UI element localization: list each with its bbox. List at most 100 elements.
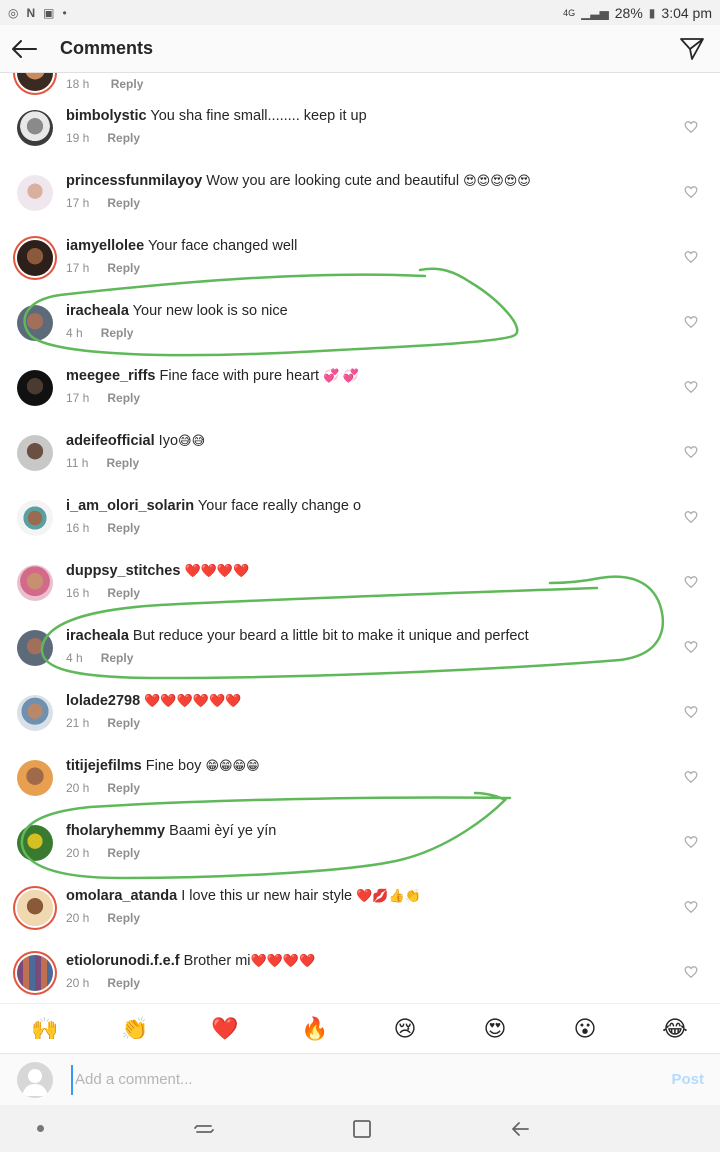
avatar[interactable]	[17, 73, 53, 91]
surprised-emoji-button[interactable]: 😮	[540, 1016, 630, 1042]
home-icon[interactable]	[350, 1117, 374, 1141]
clock: 3:04 pm	[661, 4, 712, 21]
fire-emoji-button[interactable]: 🔥	[270, 1016, 360, 1042]
back-button[interactable]	[0, 25, 48, 73]
heart-icon[interactable]	[684, 575, 698, 589]
reply-button[interactable]: Reply	[107, 131, 140, 145]
comment-username[interactable]: bimbolystic	[66, 108, 147, 124]
comment-username[interactable]: etiolorunodi.f.e.f	[66, 953, 180, 969]
heart-icon[interactable]	[684, 835, 698, 849]
heart-icon[interactable]	[684, 965, 698, 979]
reply-button[interactable]: Reply	[107, 586, 140, 600]
avatar[interactable]	[17, 240, 53, 276]
comment-username[interactable]: omolara_atanda	[66, 888, 177, 904]
heart-icon[interactable]	[684, 380, 698, 394]
comment-time: 16 h	[66, 586, 90, 600]
heart-icon[interactable]	[684, 120, 698, 134]
comment-meta: 11 h Reply	[66, 456, 139, 470]
post-button[interactable]: Post	[671, 1071, 704, 1088]
avatar[interactable]	[17, 630, 53, 666]
avatar[interactable]	[17, 760, 53, 796]
avatar[interactable]	[17, 565, 53, 601]
comment-username[interactable]: iamyellolee	[66, 238, 144, 254]
heart-emoji-button[interactable]: ❤️	[180, 1016, 270, 1042]
reply-button[interactable]: Reply	[107, 716, 140, 730]
comment-body: Wow you are looking cute and beautiful	[206, 173, 460, 189]
reply-button[interactable]: Reply	[107, 391, 140, 405]
comment-username[interactable]: princessfunmilayoy	[66, 173, 202, 189]
recents-icon[interactable]	[192, 1117, 216, 1141]
comment-text: omolara_atanda I love this ur new hair s…	[66, 888, 421, 904]
comment-text: i_am_olori_solarin Your face really chan…	[66, 498, 361, 514]
heart-icon[interactable]	[684, 250, 698, 264]
avatar[interactable]	[17, 955, 53, 991]
comment-time: 20 h	[66, 976, 90, 990]
emoji-reaction-bar: 🙌 👏 ❤️ 🔥 😢 😍 😮 😂	[0, 1003, 720, 1053]
raising-hands-emoji-button[interactable]: 🙌	[0, 1016, 90, 1042]
heart-icon[interactable]	[684, 510, 698, 524]
list-item: iracheala But reduce your beard a little…	[0, 618, 720, 683]
share-button[interactable]	[672, 29, 712, 69]
reply-button[interactable]: Reply	[107, 846, 140, 860]
reply-button[interactable]: Reply	[107, 196, 140, 210]
avatar[interactable]	[17, 305, 53, 341]
heart-icon[interactable]	[684, 640, 698, 654]
comment-text: etiolorunodi.f.e.f Brother mi❤️❤️❤️❤️	[66, 953, 315, 969]
comment-username[interactable]: duppsy_stitches	[66, 563, 180, 579]
comment-username[interactable]: iracheala	[66, 303, 129, 319]
heart-icon[interactable]	[684, 900, 698, 914]
comment-username[interactable]: i_am_olori_solarin	[66, 498, 194, 514]
comment-username[interactable]: titijejefilms	[66, 758, 142, 774]
comment-username[interactable]: iracheala	[66, 628, 129, 644]
reply-button[interactable]: Reply	[101, 651, 134, 665]
comment-text: iracheala But reduce your beard a little…	[66, 628, 529, 644]
comment-username[interactable]: meegee_riffs	[66, 368, 155, 384]
comment-composer: Post	[0, 1053, 720, 1105]
comment-username[interactable]: fholaryhemmy	[66, 823, 165, 839]
avatar[interactable]	[17, 435, 53, 471]
comment-meta: 20 h Reply	[66, 976, 140, 990]
comment-username[interactable]: lolade2798	[66, 693, 140, 709]
list-item: duppsy_stitches ❤️❤️❤️❤️ 16 h Reply	[0, 553, 720, 618]
heart-icon[interactable]	[684, 770, 698, 784]
comment-time: 20 h	[66, 846, 90, 860]
comment-time: 20 h	[66, 781, 90, 795]
comment-list[interactable]: 18 h Reply bimbolystic You sha fine smal…	[0, 73, 720, 1003]
back-nav-icon[interactable]	[508, 1117, 532, 1141]
reply-button[interactable]: Reply	[106, 456, 139, 470]
avatar[interactable]	[17, 890, 53, 926]
heart-icon[interactable]	[684, 445, 698, 459]
comment-meta: 17 h Reply	[66, 391, 140, 405]
laughing-emoji-button[interactable]: 😂	[630, 1016, 720, 1042]
reply-button[interactable]: Reply	[107, 261, 140, 275]
my-avatar	[17, 1061, 53, 1098]
reply-button[interactable]: Reply	[107, 781, 140, 795]
reply-button[interactable]: Reply	[107, 911, 140, 925]
avatar[interactable]	[17, 175, 53, 211]
list-item: meegee_riffs Fine face with pure heart 💞…	[0, 358, 720, 423]
heart-icon[interactable]	[684, 185, 698, 199]
comment-time: 11 h	[66, 456, 89, 470]
comment-body: Your face really change o	[197, 498, 362, 514]
comment-text: meegee_riffs Fine face with pure heart 💞…	[66, 368, 359, 384]
avatar[interactable]	[17, 695, 53, 731]
reply-button[interactable]: Reply	[111, 77, 144, 91]
avatar[interactable]	[17, 370, 53, 406]
heart-icon[interactable]	[684, 315, 698, 329]
comment-meta: 17 h Reply	[66, 261, 140, 275]
list-item: fholaryhemmy Baami èyí ye yín 20 h Reply	[0, 813, 720, 878]
whatsapp-icon: ◎	[8, 5, 19, 20]
avatar[interactable]	[17, 500, 53, 536]
avatar[interactable]	[17, 825, 53, 861]
heart-icon[interactable]	[684, 705, 698, 719]
reply-button[interactable]: Reply	[107, 976, 140, 990]
heart-eyes-emoji-button[interactable]: 😍	[450, 1016, 540, 1042]
crying-emoji-button[interactable]: 😢	[360, 1016, 450, 1042]
comment-username[interactable]: adeifeofficial	[66, 433, 155, 449]
avatar[interactable]	[17, 110, 53, 146]
clapping-emoji-button[interactable]: 👏	[90, 1016, 180, 1042]
comment-input[interactable]	[71, 1064, 631, 1095]
reply-button[interactable]: Reply	[101, 326, 134, 340]
reply-button[interactable]: Reply	[107, 521, 140, 535]
comment-text: duppsy_stitches ❤️❤️❤️❤️	[66, 563, 249, 579]
